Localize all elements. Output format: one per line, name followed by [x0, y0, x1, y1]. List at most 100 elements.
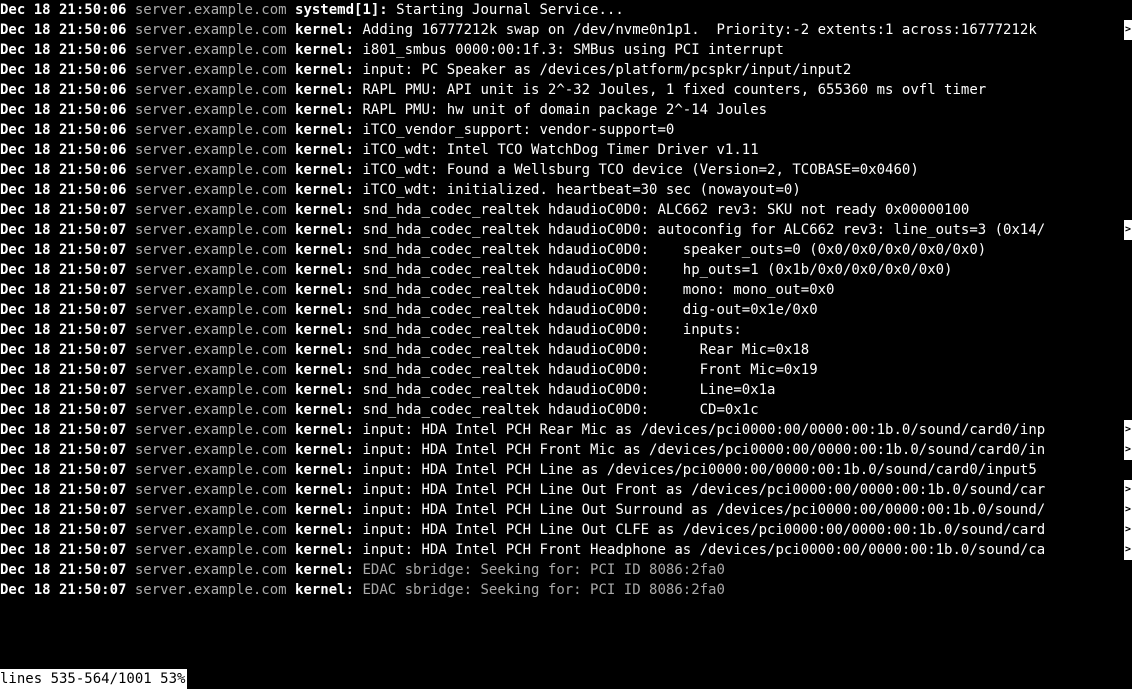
log-host: server.example.com	[126, 62, 295, 78]
log-host: server.example.com	[126, 222, 295, 238]
log-timestamp: Dec 18 21:50:07	[0, 242, 126, 258]
log-host: server.example.com	[126, 402, 295, 418]
log-line: Dec 18 21:50:07 server.example.com kerne…	[0, 360, 1132, 380]
log-output: Dec 18 21:50:06 server.example.com syste…	[0, 0, 1132, 600]
log-host: server.example.com	[126, 162, 295, 178]
log-message: input: HDA Intel PCH Line as /devices/pc…	[362, 462, 1036, 478]
log-host: server.example.com	[126, 82, 295, 98]
log-timestamp: Dec 18 21:50:06	[0, 22, 126, 38]
log-line: Dec 18 21:50:06 server.example.com kerne…	[0, 100, 1132, 120]
log-process: kernel:	[295, 222, 354, 238]
line-overflow-indicator-icon: >	[1124, 520, 1132, 540]
log-process: kernel:	[295, 342, 354, 358]
log-process: kernel:	[295, 302, 354, 318]
log-message: RAPL PMU: hw unit of domain package 2^-1…	[362, 102, 767, 118]
log-line: Dec 18 21:50:06 server.example.com kerne…	[0, 60, 1132, 80]
log-timestamp: Dec 18 21:50:07	[0, 322, 126, 338]
log-timestamp: Dec 18 21:50:06	[0, 162, 126, 178]
log-line: Dec 18 21:50:06 server.example.com kerne…	[0, 20, 1132, 40]
log-process: kernel:	[295, 42, 354, 58]
log-message: Starting Journal Service...	[396, 2, 624, 18]
log-line: Dec 18 21:50:06 server.example.com syste…	[0, 0, 1132, 20]
log-host: server.example.com	[126, 362, 295, 378]
log-line: Dec 18 21:50:07 server.example.com kerne…	[0, 540, 1132, 560]
log-process: kernel:	[295, 282, 354, 298]
log-process: kernel:	[295, 522, 354, 538]
log-timestamp: Dec 18 21:50:07	[0, 582, 126, 598]
log-host: server.example.com	[126, 142, 295, 158]
log-line: Dec 18 21:50:07 server.example.com kerne…	[0, 220, 1132, 240]
log-timestamp: Dec 18 21:50:06	[0, 2, 126, 18]
log-host: server.example.com	[126, 522, 295, 538]
log-host: server.example.com	[126, 482, 295, 498]
log-message: snd_hda_codec_realtek hdaudioC0D0: input…	[362, 322, 741, 338]
log-timestamp: Dec 18 21:50:07	[0, 202, 126, 218]
log-message: EDAC sbridge: Seeking for: PCI ID 8086:2…	[362, 582, 724, 598]
log-timestamp: Dec 18 21:50:07	[0, 562, 126, 578]
log-line: Dec 18 21:50:06 server.example.com kerne…	[0, 140, 1132, 160]
log-line: Dec 18 21:50:06 server.example.com kerne…	[0, 40, 1132, 60]
log-process: kernel:	[295, 102, 354, 118]
log-host: server.example.com	[126, 322, 295, 338]
log-timestamp: Dec 18 21:50:07	[0, 502, 126, 518]
log-timestamp: Dec 18 21:50:06	[0, 142, 126, 158]
log-line: Dec 18 21:50:07 server.example.com kerne…	[0, 580, 1132, 600]
log-timestamp: Dec 18 21:50:07	[0, 482, 126, 498]
log-line: Dec 18 21:50:07 server.example.com kerne…	[0, 560, 1132, 580]
log-timestamp: Dec 18 21:50:06	[0, 182, 126, 198]
log-process: kernel:	[295, 242, 354, 258]
log-timestamp: Dec 18 21:50:07	[0, 542, 126, 558]
log-timestamp: Dec 18 21:50:07	[0, 302, 126, 318]
line-overflow-indicator-icon: >	[1124, 480, 1132, 500]
log-host: server.example.com	[126, 262, 295, 278]
log-line: Dec 18 21:50:06 server.example.com kerne…	[0, 160, 1132, 180]
log-line: Dec 18 21:50:07 server.example.com kerne…	[0, 400, 1132, 420]
terminal-viewport[interactable]: Dec 18 21:50:06 server.example.com syste…	[0, 0, 1132, 689]
log-line: Dec 18 21:50:07 server.example.com kerne…	[0, 200, 1132, 220]
log-timestamp: Dec 18 21:50:07	[0, 382, 126, 398]
log-process: kernel:	[295, 562, 354, 578]
log-host: server.example.com	[126, 382, 295, 398]
log-message: snd_hda_codec_realtek hdaudioC0D0: speak…	[362, 242, 986, 258]
log-message: input: HDA Intel PCH Line Out CLFE as /d…	[362, 522, 1045, 538]
log-message: input: HDA Intel PCH Line Out Front as /…	[362, 482, 1045, 498]
log-process: systemd[1]:	[295, 2, 388, 18]
log-line: Dec 18 21:50:07 server.example.com kerne…	[0, 520, 1132, 540]
log-process: kernel:	[295, 142, 354, 158]
log-message: input: HDA Intel PCH Line Out Surround a…	[362, 502, 1045, 518]
log-message: snd_hda_codec_realtek hdaudioC0D0: CD=0x…	[362, 402, 758, 418]
log-host: server.example.com	[126, 422, 295, 438]
log-message: iTCO_vendor_support: vendor-support=0	[362, 122, 674, 138]
log-timestamp: Dec 18 21:50:06	[0, 102, 126, 118]
log-process: kernel:	[295, 322, 354, 338]
log-process: kernel:	[295, 262, 354, 278]
log-host: server.example.com	[126, 562, 295, 578]
log-message: iTCO_wdt: Intel TCO WatchDog Timer Drive…	[362, 142, 758, 158]
log-process: kernel:	[295, 542, 354, 558]
log-process: kernel:	[295, 442, 354, 458]
log-timestamp: Dec 18 21:50:07	[0, 402, 126, 418]
pager-status-line: lines 535-564/1001 53%	[0, 669, 187, 689]
log-timestamp: Dec 18 21:50:06	[0, 122, 126, 138]
log-host: server.example.com	[126, 122, 295, 138]
log-host: server.example.com	[126, 202, 295, 218]
log-timestamp: Dec 18 21:50:07	[0, 462, 126, 478]
log-message: snd_hda_codec_realtek hdaudioC0D0: Rear …	[362, 342, 809, 358]
log-process: kernel:	[295, 362, 354, 378]
log-timestamp: Dec 18 21:50:07	[0, 522, 126, 538]
log-timestamp: Dec 18 21:50:07	[0, 442, 126, 458]
line-overflow-indicator-icon: >	[1124, 500, 1132, 520]
line-overflow-indicator-icon: >	[1124, 540, 1132, 560]
log-message: EDAC sbridge: Seeking for: PCI ID 8086:2…	[362, 562, 724, 578]
log-timestamp: Dec 18 21:50:07	[0, 282, 126, 298]
log-line: Dec 18 21:50:06 server.example.com kerne…	[0, 180, 1132, 200]
log-host: server.example.com	[126, 342, 295, 358]
log-host: server.example.com	[126, 102, 295, 118]
log-message: input: HDA Intel PCH Front Mic as /devic…	[362, 442, 1045, 458]
log-message: snd_hda_codec_realtek hdaudioC0D0: Front…	[362, 362, 817, 378]
log-process: kernel:	[295, 462, 354, 478]
log-line: Dec 18 21:50:07 server.example.com kerne…	[0, 320, 1132, 340]
log-message: RAPL PMU: API unit is 2^-32 Joules, 1 fi…	[362, 82, 986, 98]
log-host: server.example.com	[126, 542, 295, 558]
log-timestamp: Dec 18 21:50:06	[0, 62, 126, 78]
